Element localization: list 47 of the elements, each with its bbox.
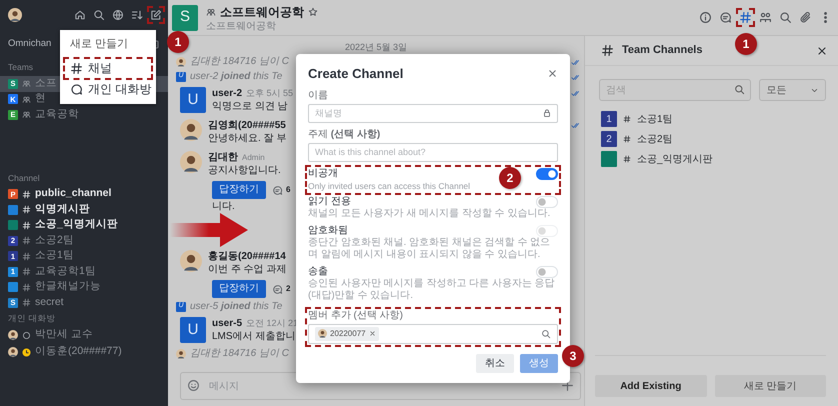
setting-description: 승인된 사용자만 메시지를 작성하고 다른 사용자는 응답(대답)만할 수 있습니다. bbox=[308, 278, 556, 302]
room-avatar: S bbox=[172, 4, 198, 30]
room-subtitle: 소프트웨어공학 bbox=[206, 21, 277, 32]
field-label: 멤버 추가 (선택 사항) bbox=[308, 310, 404, 322]
role-tag: Admin bbox=[242, 153, 265, 162]
field-label: 이름 bbox=[308, 90, 329, 102]
omnichannel-label: Omnichan bbox=[8, 36, 52, 51]
date-divider: 2022년 5월 3일 bbox=[344, 42, 408, 52]
author-name: user-2 bbox=[212, 88, 242, 99]
channel-avatar: 2 bbox=[601, 131, 617, 147]
setting-description: 채널의 모든 사용자가 새 메시지를 작성할 수 있습니다. bbox=[308, 208, 552, 220]
system-message: 김대한 184716 님이 C bbox=[190, 347, 289, 361]
setting-label: 암호화됨 bbox=[308, 224, 348, 236]
setting-description: Only invited users can access this Channel bbox=[308, 180, 472, 192]
avatar: U bbox=[180, 87, 206, 113]
setting-description: 종단간 암호화된 채널. 암호화된 채널은 검색할 수 없으며 알림에 메시지 내용이 표시되지 않을 수 있습니다. bbox=[308, 236, 552, 262]
system-message: user-2 joined this Te bbox=[190, 70, 282, 84]
section-heading: Teams bbox=[7, 60, 34, 74]
panel-title: Team Channels bbox=[622, 43, 702, 58]
setting-label: 송출 bbox=[308, 266, 328, 278]
dialog-title: Create Channel bbox=[308, 65, 404, 83]
message-time: 오후 5시 55 bbox=[246, 88, 294, 98]
system-message: user-5 joined this Te bbox=[190, 300, 282, 314]
menu-title: 새로 만들기 bbox=[69, 37, 130, 52]
message-text: 니다. bbox=[212, 200, 235, 213]
message-time: 오전 12시 21 bbox=[246, 318, 298, 328]
setting-label: 비공개 bbox=[308, 168, 338, 180]
author-name: 홍길동(20####14 bbox=[208, 251, 286, 262]
member-id: 20220077 bbox=[330, 328, 366, 340]
message-text: 이번 주 수업 과제 bbox=[208, 263, 286, 276]
field-label: 주제 (선택 사항) bbox=[308, 128, 382, 140]
system-message: 김대한 184716 님이 C bbox=[190, 55, 289, 69]
setting-label: 읽기 전용 bbox=[308, 196, 351, 208]
message-text: 안녕하세요. 잘 부 bbox=[208, 132, 286, 145]
room-title: 소프트웨어공학 bbox=[220, 4, 304, 21]
channel-avatar: 1 bbox=[601, 111, 617, 127]
author-name: 김대한 bbox=[208, 152, 238, 163]
avatar: U bbox=[180, 317, 206, 343]
author-name: user-5 bbox=[212, 318, 242, 329]
message-text: LMS에서 제출합니 bbox=[212, 330, 296, 343]
section-heading: Channel bbox=[7, 172, 41, 186]
message-text: 공지사항입니다. bbox=[208, 164, 281, 177]
section-heading: 개인 대화방 bbox=[7, 312, 56, 326]
message-text: 익명으로 의견 남 bbox=[212, 100, 289, 113]
author-name: 김영희(20####55 bbox=[208, 120, 286, 131]
thread-count: 6 bbox=[286, 184, 290, 196]
thread-count: 2 bbox=[286, 283, 290, 295]
